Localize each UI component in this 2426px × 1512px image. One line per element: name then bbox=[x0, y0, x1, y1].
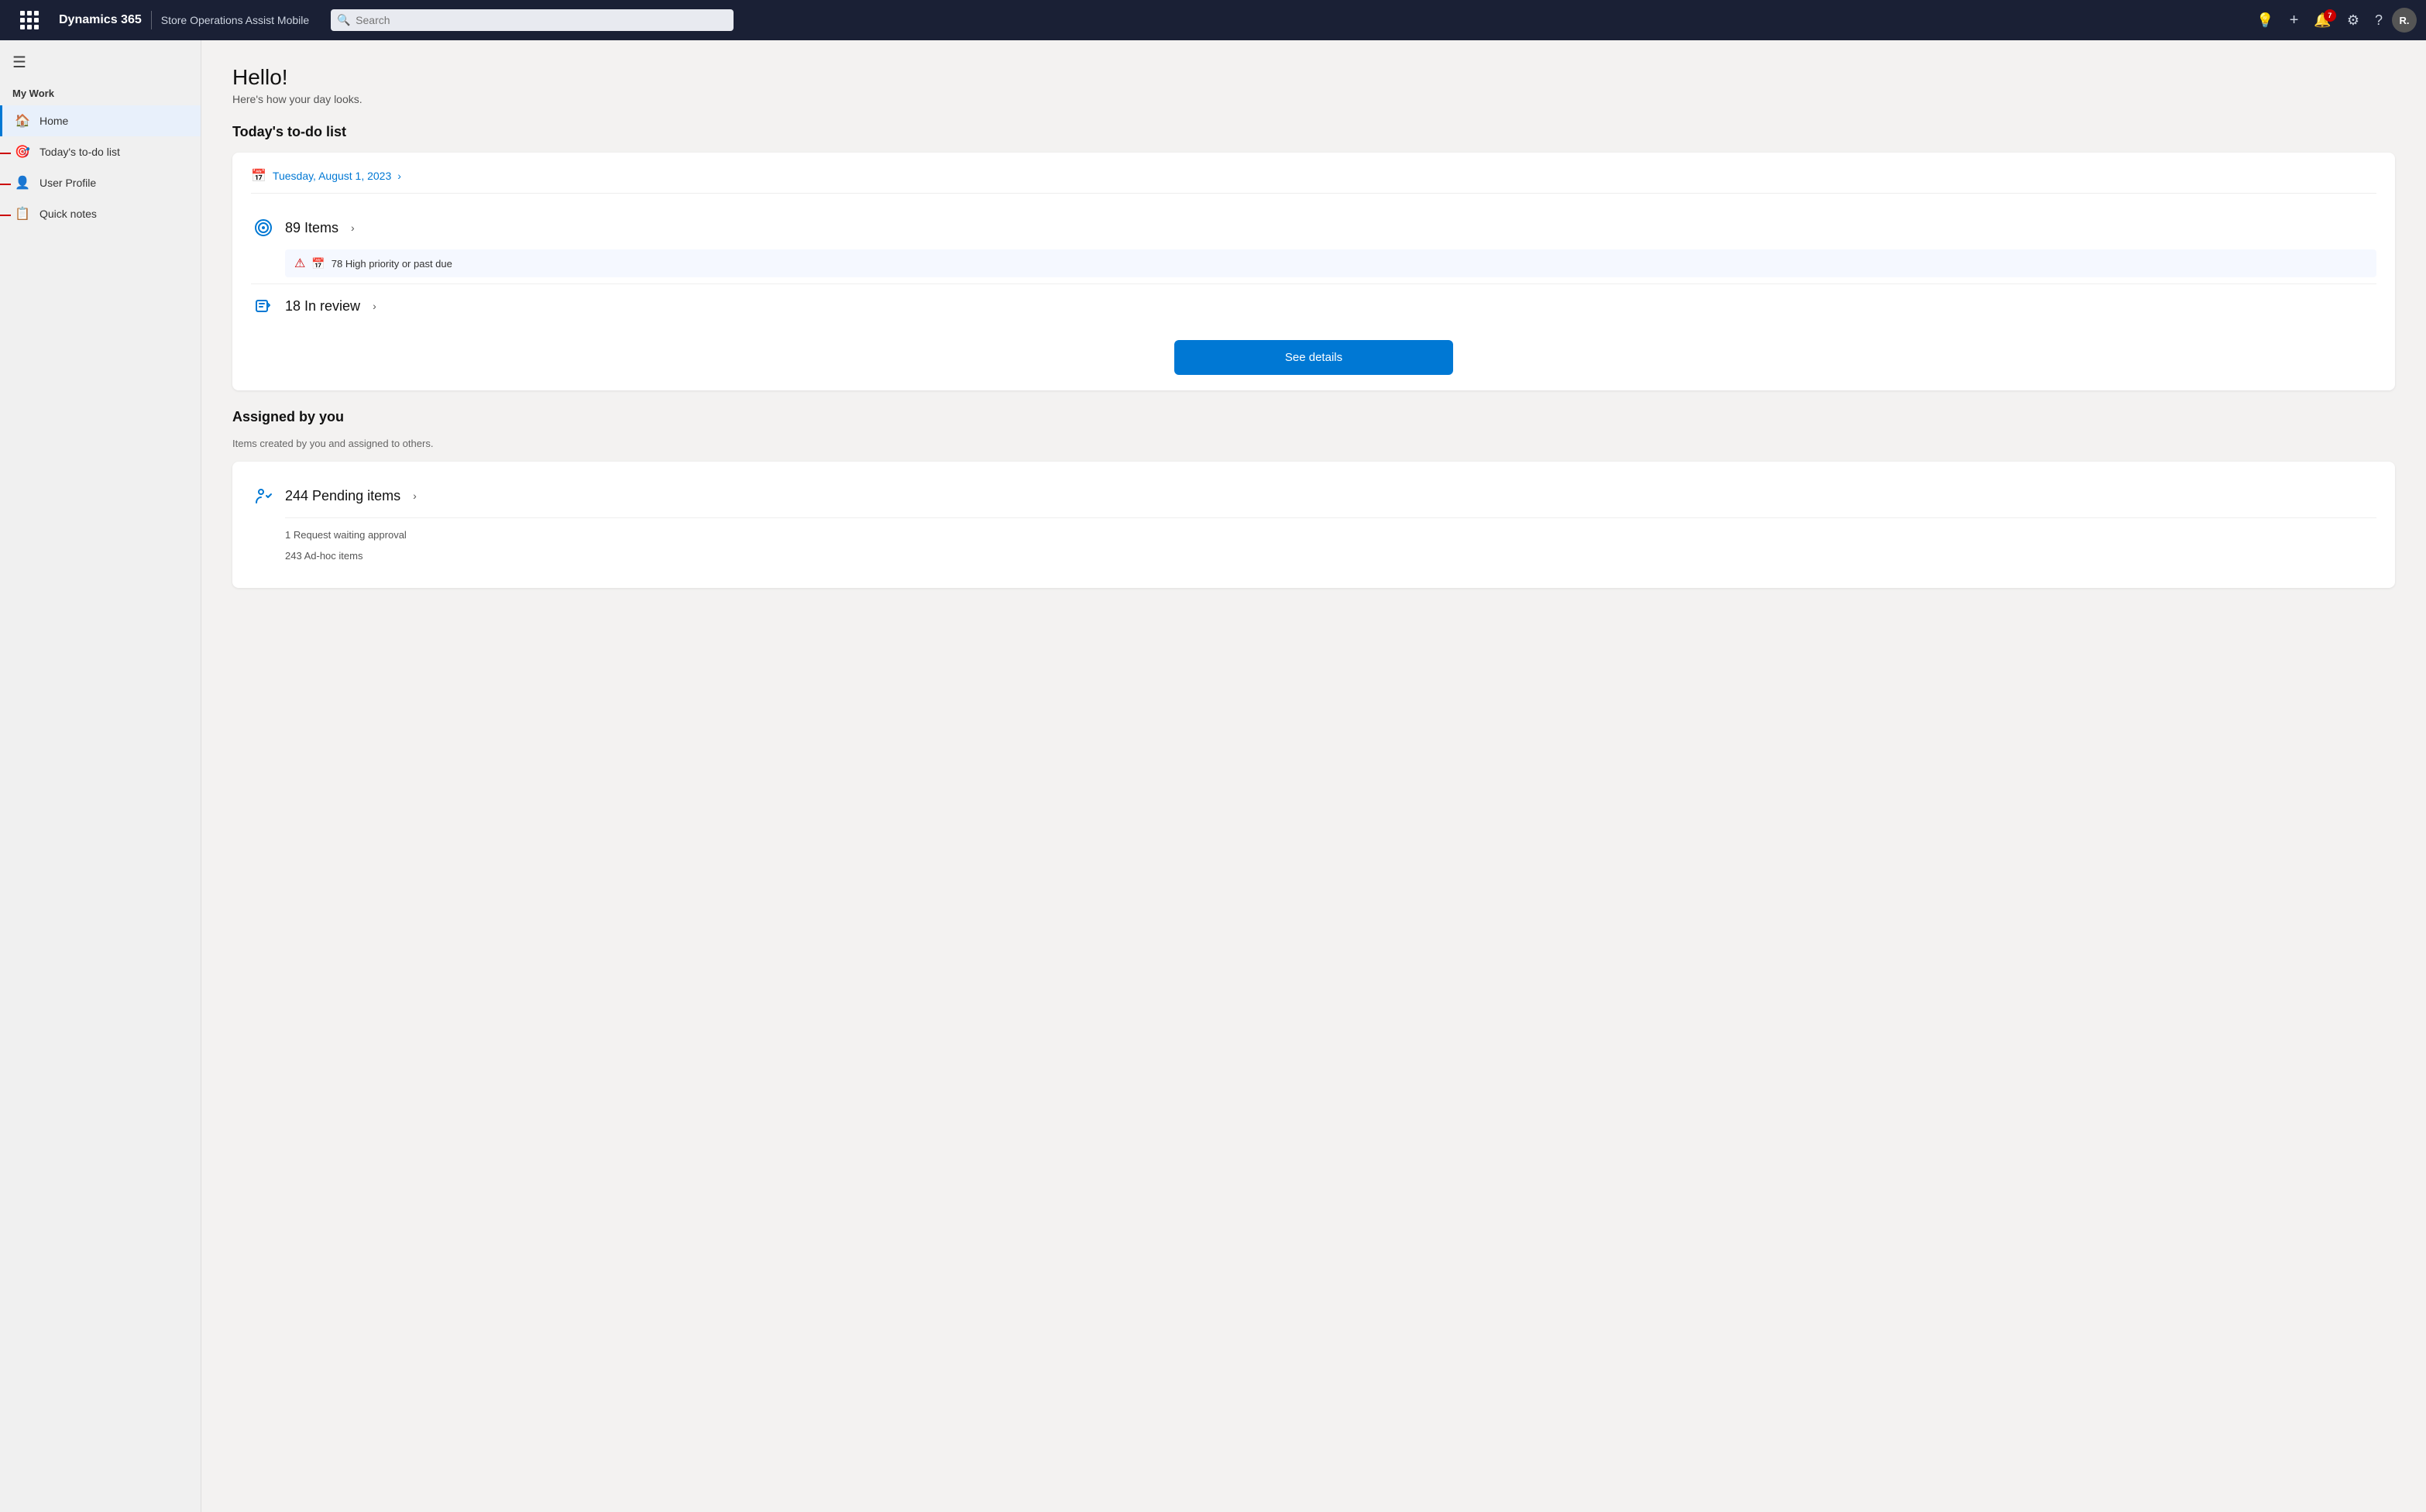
items-chevron-icon: › bbox=[351, 222, 355, 234]
date-row[interactable]: 📅 Tuesday, August 1, 2023 › bbox=[251, 168, 2376, 194]
greeting-title: Hello! bbox=[232, 65, 2395, 90]
todo-icon: 🎯 bbox=[15, 144, 30, 160]
help-button[interactable]: ? bbox=[2369, 8, 2389, 33]
calendar-icon: 📅 bbox=[251, 168, 266, 184]
date-chevron-icon: › bbox=[397, 170, 401, 182]
sidebar-item-notes[interactable]: 📋 Quick notes bbox=[0, 198, 201, 229]
topbar-divider bbox=[151, 11, 152, 29]
in-review-label: 18 In review bbox=[285, 298, 360, 314]
see-details-button[interactable]: See details bbox=[1174, 340, 1453, 375]
warning-icon: ⚠ bbox=[294, 256, 305, 271]
sidebar-item-notes-label: Quick notes bbox=[40, 208, 97, 220]
brand-name: Dynamics 365 bbox=[59, 13, 142, 27]
pending-chevron-icon: › bbox=[413, 490, 417, 502]
waffle-icon bbox=[15, 6, 43, 34]
high-priority-row: ⚠ 📅 78 High priority or past due bbox=[285, 249, 2376, 277]
add-button[interactable]: + bbox=[2283, 7, 2305, 34]
avatar-button[interactable]: R. bbox=[2392, 8, 2417, 33]
app-name: Store Operations Assist Mobile bbox=[161, 14, 309, 26]
items-stat-row[interactable]: 89 Items › bbox=[251, 209, 2376, 246]
notification-badge: 7 bbox=[2324, 9, 2336, 22]
topbar: Dynamics 365 Store Operations Assist Mob… bbox=[0, 0, 2426, 40]
calendar-red-icon: 📅 bbox=[311, 257, 325, 270]
sidebar-section-title: My Work bbox=[0, 84, 201, 105]
sidebar-item-profile-label: User Profile bbox=[40, 177, 96, 189]
search-container: 🔍 bbox=[331, 9, 734, 31]
hamburger-button[interactable]: ☰ bbox=[0, 46, 201, 84]
pending-item-1: 1 Request waiting approval bbox=[285, 524, 2376, 545]
search-icon: 🔍 bbox=[337, 14, 350, 27]
lightbulb-button[interactable]: 💡 bbox=[2250, 8, 2280, 33]
assigned-card: 244 Pending items › 1 Request waiting ap… bbox=[232, 462, 2395, 588]
waffle-button[interactable] bbox=[9, 2, 50, 39]
items-count-label: 89 Items bbox=[285, 220, 338, 236]
notifications-button[interactable]: 🔔 7 bbox=[2307, 8, 2337, 33]
pending-icon bbox=[251, 486, 276, 505]
assigned-section-title: Assigned by you bbox=[232, 409, 2395, 425]
notes-icon: 📋 bbox=[15, 206, 30, 222]
in-review-stat-row[interactable]: 18 In review › bbox=[251, 287, 2376, 325]
settings-button[interactable]: ⚙ bbox=[2341, 8, 2366, 33]
sidebar-item-todo[interactable]: 🎯 Today's to-do list bbox=[0, 136, 201, 167]
content-area: Hello! Here's how your day looks. Today'… bbox=[201, 40, 2426, 1512]
main-layout: ☰ My Work 1 🏠 Home 2 🎯 Today's to-do lis… bbox=[0, 40, 2426, 1512]
pending-sub-items: 1 Request waiting approval 243 Ad-hoc it… bbox=[285, 517, 2376, 572]
todo-section-title: Today's to-do list bbox=[232, 124, 2395, 140]
target-icon bbox=[251, 218, 276, 237]
pending-stat-row[interactable]: 244 Pending items › bbox=[251, 477, 2376, 514]
profile-icon: 👤 bbox=[15, 175, 30, 191]
in-review-icon bbox=[251, 297, 276, 315]
greeting-subtitle: Here's how your day looks. bbox=[232, 93, 2395, 105]
pending-item-2: 243 Ad-hoc items bbox=[285, 545, 2376, 566]
sidebar-item-profile[interactable]: 👤 User Profile bbox=[0, 167, 201, 198]
home-icon: 🏠 bbox=[15, 113, 30, 129]
pending-count-label: 244 Pending items bbox=[285, 488, 400, 504]
date-label: Tuesday, August 1, 2023 bbox=[273, 170, 391, 182]
sidebar-item-home-label: Home bbox=[40, 115, 68, 127]
search-input[interactable] bbox=[331, 9, 734, 31]
sidebar: ☰ My Work 1 🏠 Home 2 🎯 Today's to-do lis… bbox=[0, 40, 201, 1512]
assigned-subtitle: Items created by you and assigned to oth… bbox=[232, 438, 2395, 449]
todo-card: 📅 Tuesday, August 1, 2023 › 89 Items › bbox=[232, 153, 2395, 390]
high-priority-label: 78 High priority or past due bbox=[332, 258, 452, 270]
in-review-chevron-icon: › bbox=[373, 300, 376, 312]
topbar-actions: 5 💡 + 6 🔔 7 7 ⚙ ? R. bbox=[2250, 7, 2417, 34]
sidebar-item-todo-label: Today's to-do list bbox=[40, 146, 120, 158]
sidebar-item-home[interactable]: 🏠 Home bbox=[0, 105, 201, 136]
